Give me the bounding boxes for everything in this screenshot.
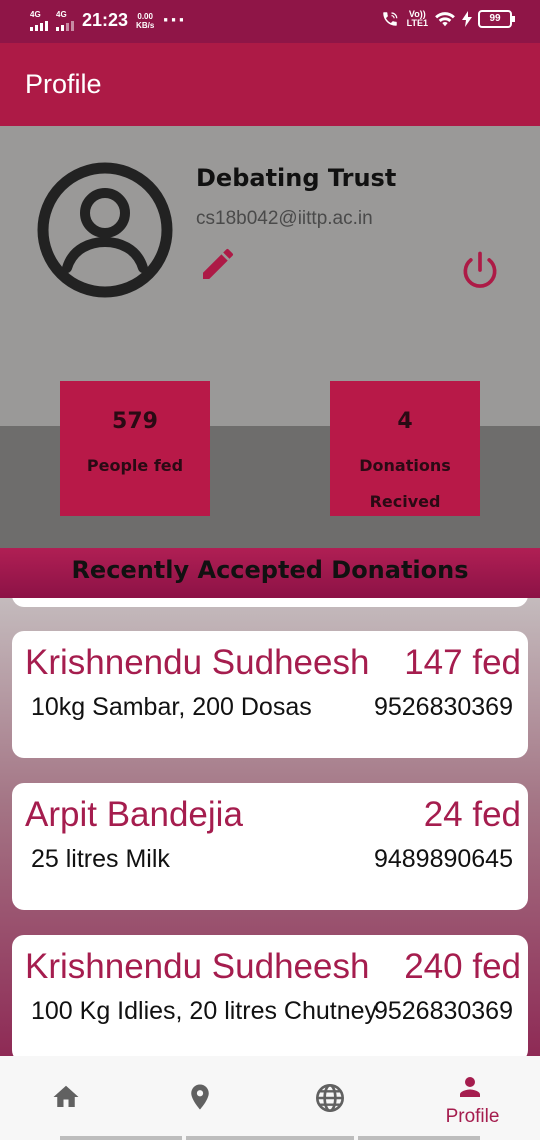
- list-item[interactable]: [12, 598, 528, 607]
- profile-name: Debating Trust: [196, 164, 397, 192]
- profile-email: cs18b042@iittp.ac.in: [196, 208, 373, 229]
- status-right: Vo)) LTE1 99: [379, 10, 515, 28]
- battery-icon: 99: [478, 10, 515, 28]
- account-circle-icon: [37, 162, 173, 298]
- speed-unit: KB/s: [136, 20, 155, 30]
- signal-icon: [56, 20, 74, 31]
- people-fed-label: People fed: [86, 456, 184, 475]
- app-bar: Profile: [0, 43, 540, 126]
- divider: [186, 1136, 354, 1140]
- wifi-icon: [435, 12, 455, 27]
- section-title: Recently Accepted Donations: [0, 548, 540, 598]
- clock: 21:23: [82, 10, 129, 30]
- donation-card[interactable]: Krishnendu Sudheesh 147 fed 10kg Sambar,…: [12, 631, 528, 758]
- charging-icon: [462, 11, 472, 27]
- fed-count: 147 fed: [404, 643, 521, 682]
- donations-label-line2: Recived: [369, 492, 441, 511]
- more-notifications-icon: ···: [162, 10, 186, 31]
- donor-name: Krishnendu Sudheesh: [25, 947, 370, 986]
- divider: [60, 1136, 182, 1140]
- location-pin-icon: [191, 1084, 209, 1110]
- donations-list[interactable]: Krishnendu Sudheesh 147 fed 10kg Sambar,…: [0, 598, 540, 1056]
- fed-count: 24 fed: [423, 795, 521, 834]
- signal-1: 4G: [30, 9, 48, 31]
- globe-icon: [316, 1084, 344, 1112]
- people-fed-value: 579: [112, 409, 158, 434]
- pencil-icon[interactable]: [198, 244, 238, 284]
- donation-card[interactable]: Arpit Bandejia 24 fed 25 litres Milk 948…: [12, 783, 528, 910]
- donor-name: Arpit Bandejia: [25, 795, 243, 834]
- bottom-navigation: Profile: [0, 1056, 540, 1140]
- status-left: 4G 4G 21:23 0.00 KB/s ···: [30, 10, 186, 31]
- donor-phone: 9489890645: [373, 845, 513, 873]
- person-icon: [460, 1077, 480, 1097]
- home-icon: [53, 1085, 79, 1107]
- signal-2: 4G: [56, 9, 74, 31]
- power-icon[interactable]: [458, 248, 502, 292]
- donation-card[interactable]: Krishnendu Sudheesh 240 fed 100 Kg Idlie…: [12, 935, 528, 1056]
- donor-phone: 9526830369: [373, 997, 513, 1025]
- donations-received-stat: 4 Donations Recived: [330, 381, 480, 516]
- people-fed-stat: 579 People fed: [60, 381, 210, 516]
- donor-name: Krishnendu Sudheesh: [25, 643, 370, 682]
- nav-map[interactable]: [135, 1056, 270, 1140]
- donation-items: 25 litres Milk: [31, 845, 170, 873]
- network-speed: 0.00 KB/s: [136, 12, 154, 30]
- volte-indicator: Vo)) LTE1: [407, 10, 428, 28]
- donations-received-value: 4: [397, 409, 413, 434]
- donations-label-line1: Donations: [359, 456, 451, 475]
- network-type-label: 4G: [30, 9, 41, 19]
- network-type-label: 4G: [56, 9, 67, 19]
- divider: [358, 1136, 480, 1140]
- nav-home[interactable]: [0, 1056, 135, 1140]
- donor-phone: 9526830369: [373, 693, 513, 721]
- donation-items: 10kg Sambar, 200 Dosas: [31, 693, 312, 721]
- wifi-call-icon: [382, 12, 398, 26]
- fed-count: 240 fed: [404, 947, 521, 986]
- speed-value: 0.00: [137, 11, 153, 21]
- donation-items: 100 Kg Idlies, 20 litres Chutney: [31, 997, 378, 1025]
- page-title: Profile: [25, 69, 102, 99]
- signal-icon: [30, 20, 48, 31]
- donations-received-label: Donations Recived: [330, 448, 480, 520]
- nav-profile[interactable]: Profile: [405, 1056, 540, 1140]
- status-bar: 4G 4G 21:23 0.00 KB/s ··· Vo)) LTE1 99: [0, 0, 540, 43]
- lte-label: LTE1: [406, 18, 428, 28]
- nav-explore[interactable]: [270, 1056, 405, 1140]
- nav-profile-label: Profile: [445, 1106, 500, 1127]
